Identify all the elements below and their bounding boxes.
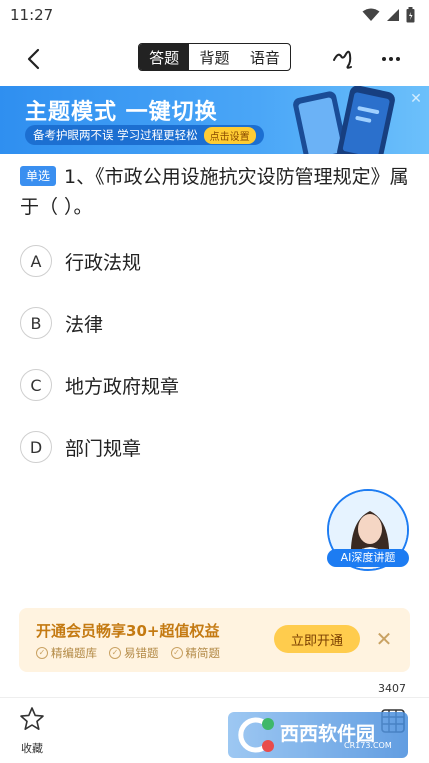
ai-lecture-label: AI深度讲题 [327, 549, 409, 567]
favorite-label: 收藏 [21, 742, 43, 755]
banner-cta-button[interactable]: 点击设置 [203, 126, 256, 144]
option-c[interactable]: C 地方政府规章 [20, 369, 179, 401]
nav-bar: 答题 背题 语音 [0, 38, 429, 78]
tab-answer[interactable]: 答题 [139, 44, 190, 70]
signal-icon [387, 9, 399, 21]
option-letter: C [20, 369, 52, 401]
check-circle-icon: ✓ [170, 647, 183, 659]
check-circle-icon: ✓ [109, 647, 121, 659]
open-membership-button[interactable]: 立即开通 [274, 625, 360, 653]
vip-feature: ✓ 易错题 [109, 645, 159, 661]
vip-features: ✓ 精编题库 ✓ 易错题 ✓ 精简题 [36, 645, 220, 661]
banner-close-icon[interactable]: ✕ [409, 92, 423, 106]
status-icons [362, 7, 415, 23]
option-text: 部门规章 [65, 437, 142, 460]
banner-subtitle-text: 备考护眼两不误 学习过程更轻松 [33, 128, 198, 142]
wifi-icon [362, 8, 380, 21]
ai-lecture-button[interactable]: AI深度讲题 [327, 489, 411, 573]
mode-tabs: 答题 背题 语音 [138, 43, 291, 71]
vip-feature: ✓ 精编题库 [36, 645, 97, 661]
option-d[interactable]: D 部门规章 [20, 431, 141, 463]
vip-close-icon[interactable]: ✕ [373, 628, 395, 650]
question-stem: 单选 1、《市政公用设施抗灾设防管理规定》属于（ ）。 [20, 162, 412, 222]
favorite-button[interactable]: 收藏 [14, 706, 50, 758]
star-icon [20, 707, 44, 730]
status-time: 11:27 [10, 6, 54, 24]
option-letter: D [20, 431, 52, 463]
option-text: 行政法规 [65, 251, 142, 274]
vip-feature: ✓ 精简题 [170, 645, 221, 661]
option-b[interactable]: B 法律 [20, 307, 103, 339]
watermark-site: CR173.COM [344, 741, 392, 750]
draw-button[interactable] [331, 46, 357, 72]
option-text: 法律 [65, 313, 104, 336]
pen-scribble-icon [333, 50, 352, 69]
vip-feature-label: 精编题库 [51, 646, 97, 660]
chevron-left-icon [27, 48, 40, 70]
vip-feature-label: 精简题 [185, 646, 221, 660]
vip-promo-card: 开通会员畅享30+超值权益 ✓ 精编题库 ✓ 易错题 ✓ 精简题 立即开通 ✕ [19, 608, 410, 672]
more-dot-icon [389, 57, 393, 61]
banner-title: 主题模式 一键切换 [25, 100, 218, 125]
battery-icon [406, 7, 415, 23]
theme-mode-banner[interactable]: 主题模式 一键切换 备考护眼两不误 学习过程更轻松 点击设置 ✕ [0, 86, 429, 154]
tab-voice[interactable]: 语音 [240, 44, 290, 70]
option-text: 地方政府规章 [65, 375, 180, 398]
tab-recite[interactable]: 背题 [189, 44, 239, 70]
question-counter: 3407 [378, 682, 406, 695]
back-button[interactable] [20, 46, 46, 72]
vip-feature-label: 易错题 [124, 646, 159, 660]
more-dot-icon [396, 57, 400, 61]
cr-logo-icon [238, 717, 274, 753]
site-watermark: 西西软件园 CR173.COM [228, 712, 408, 758]
status-bar: 11:27 [0, 0, 429, 30]
phone-illustration-icon [293, 86, 395, 154]
vip-title: 开通会员畅享30+超值权益 [36, 622, 220, 640]
banner-subtitle: 备考护眼两不误 学习过程更轻松 点击设置 [25, 125, 264, 145]
option-a[interactable]: A 行政法规 [20, 245, 141, 277]
question-type-badge: 单选 [20, 166, 57, 186]
option-letter: A [20, 245, 52, 277]
more-button[interactable] [378, 46, 404, 72]
question-text: 1、《市政公用设施抗灾设防管理规定》属于（ ）。 [20, 166, 409, 218]
more-dot-icon [382, 57, 386, 61]
option-letter: B [20, 307, 52, 339]
check-circle-icon: ✓ [36, 647, 48, 659]
